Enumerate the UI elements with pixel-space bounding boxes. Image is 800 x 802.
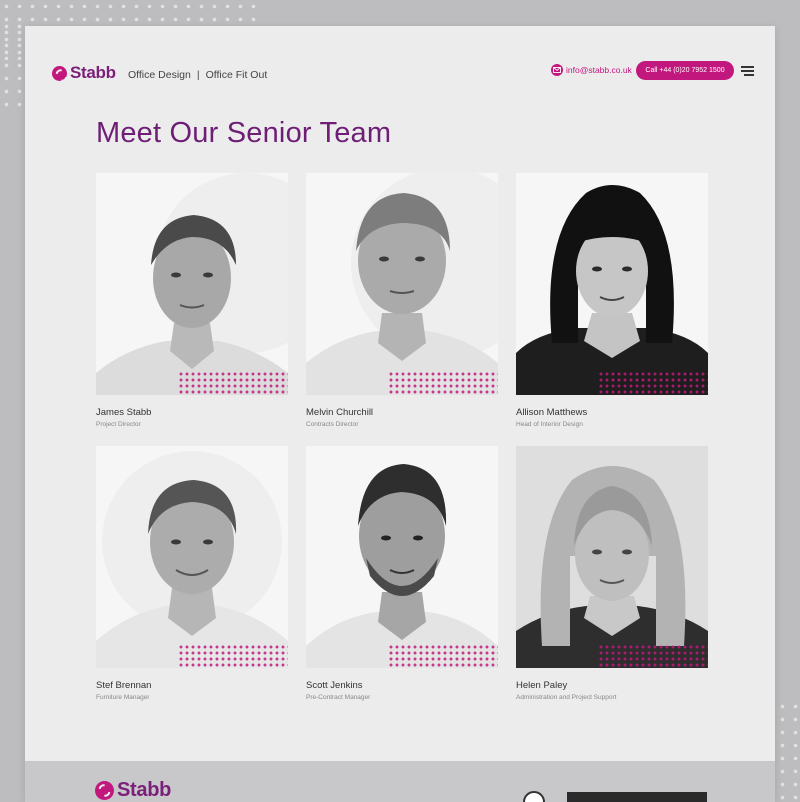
member-photo bbox=[516, 446, 708, 668]
portrait-image bbox=[306, 173, 498, 395]
site-header: Stabb Office Design | Office Fit Out inf… bbox=[25, 26, 775, 116]
member-name: James Stabb bbox=[96, 407, 152, 418]
member-role: Contracts Director bbox=[306, 421, 359, 428]
email-address: info@stabb.co.uk bbox=[566, 65, 632, 75]
nav-office-fit-out[interactable]: Office Fit Out bbox=[206, 69, 268, 81]
team-member-card[interactable]: Scott Jenkins Pre-Contract Manager bbox=[306, 446, 498, 702]
decorative-dots bbox=[178, 371, 288, 395]
portrait-image bbox=[306, 464, 498, 668]
email-link[interactable]: info@stabb.co.uk bbox=[551, 64, 632, 76]
envelope-icon bbox=[551, 64, 563, 76]
portrait-image bbox=[516, 446, 708, 668]
member-name: Stef Brennan bbox=[96, 680, 152, 691]
member-role: Head of Interior Design bbox=[516, 421, 583, 428]
site-footer: Stabb bbox=[25, 761, 775, 802]
member-photo bbox=[96, 173, 288, 395]
stabb-logo-icon bbox=[95, 781, 114, 800]
hamburger-menu-icon[interactable] bbox=[741, 66, 754, 76]
page: Stabb Office Design | Office Fit Out inf… bbox=[25, 26, 775, 802]
footer-logo-text: Stabb bbox=[117, 779, 172, 801]
decorative-dots bbox=[598, 644, 708, 668]
member-name: Helen Paley bbox=[516, 680, 568, 691]
background-dots bbox=[776, 700, 800, 800]
team-member-card[interactable]: Melvin Churchill Contracts Director bbox=[306, 173, 498, 429]
member-role: Furniture Manager bbox=[96, 694, 150, 701]
nav-office-design[interactable]: Office Design bbox=[128, 69, 191, 81]
decorative-dots bbox=[388, 371, 498, 395]
member-name: Scott Jenkins bbox=[306, 680, 363, 691]
member-name: Allison Matthews bbox=[516, 407, 588, 418]
team-member-card[interactable]: Allison Matthews Head of Interior Design bbox=[516, 173, 708, 429]
footer-banner-image bbox=[567, 792, 707, 802]
member-name: Melvin Churchill bbox=[306, 407, 374, 418]
member-role: Administration and Project Support bbox=[516, 694, 617, 701]
team-member-card[interactable]: Helen Paley Administration and Project S… bbox=[516, 446, 708, 702]
member-role: Pre-Contract Manager bbox=[306, 694, 371, 701]
member-photo bbox=[96, 446, 288, 668]
decorative-dots bbox=[178, 644, 288, 668]
portrait-image bbox=[516, 185, 708, 395]
team-member-card[interactable]: James Stabb Project Director bbox=[96, 173, 288, 429]
footer-logo[interactable]: Stabb bbox=[95, 779, 171, 802]
stabb-logo-icon bbox=[52, 65, 67, 81]
team-member-card[interactable]: Stef Brennan Furniture Manager bbox=[96, 446, 288, 702]
logo-text: Stabb bbox=[70, 63, 116, 82]
call-button[interactable]: Call +44 (0)20 7952 1500 bbox=[636, 61, 734, 80]
certification-badge-icon bbox=[523, 791, 545, 802]
page-title: Meet Our Senior Team bbox=[96, 117, 392, 149]
member-photo bbox=[516, 173, 708, 395]
logo[interactable]: Stabb bbox=[52, 63, 116, 83]
decorative-dots bbox=[388, 644, 498, 668]
nav-separator: | bbox=[196, 69, 200, 81]
portrait-image bbox=[96, 173, 288, 395]
portrait-image bbox=[96, 451, 288, 668]
member-role: Project Director bbox=[96, 421, 141, 428]
decorative-dots bbox=[598, 371, 708, 395]
background-dots bbox=[0, 20, 24, 110]
member-photo bbox=[306, 446, 498, 668]
member-photo bbox=[306, 173, 498, 395]
header-nav: Office Design | Office Fit Out bbox=[128, 69, 267, 81]
